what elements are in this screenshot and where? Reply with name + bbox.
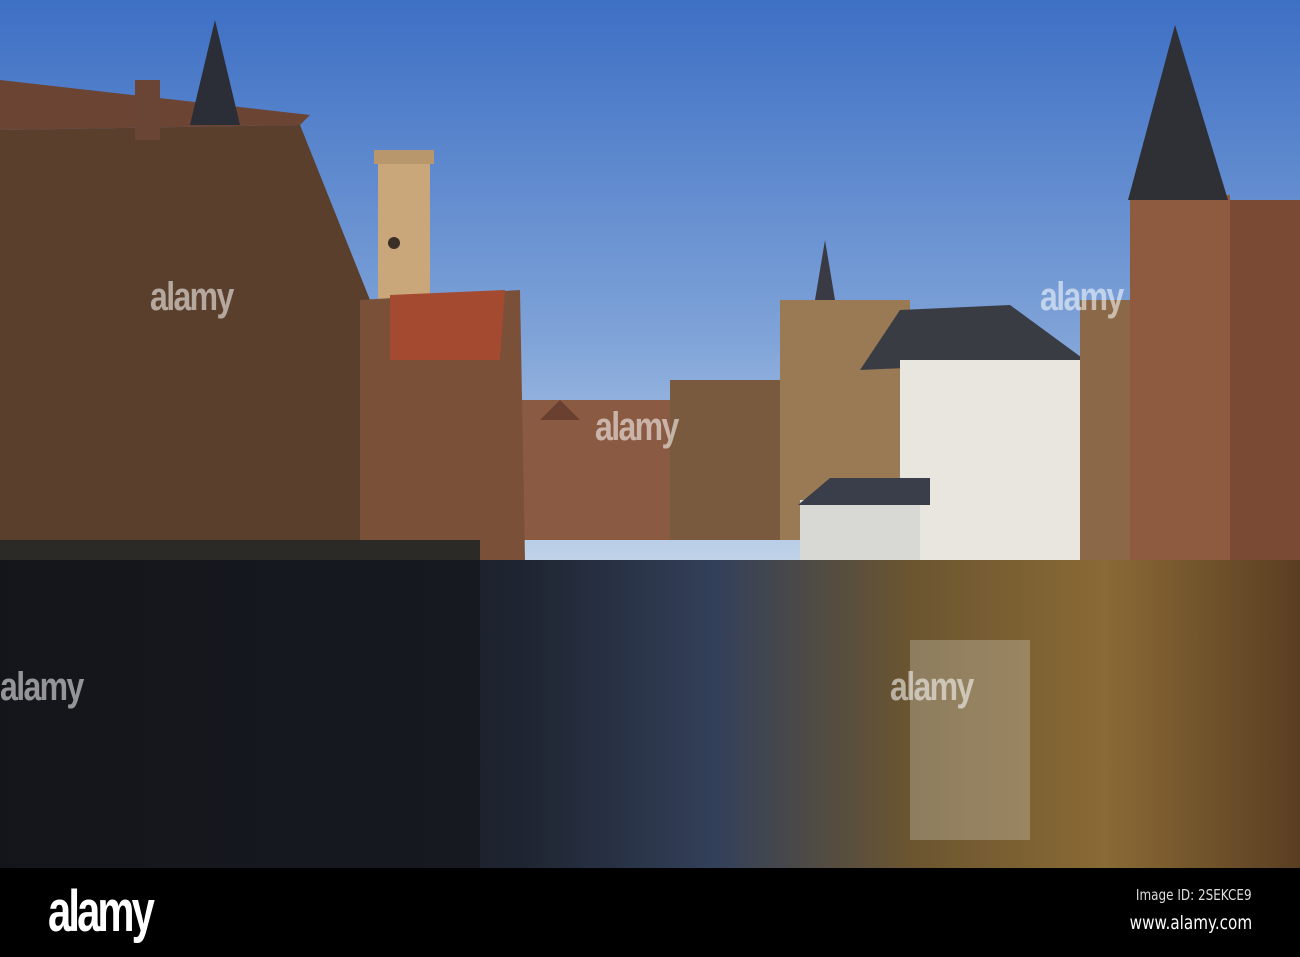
website-link[interactable]: www.alamy.com	[1129, 912, 1252, 934]
watermark-text: alamy	[1040, 275, 1124, 319]
distant-buildings	[520, 380, 790, 540]
watermark-text: alamy	[0, 665, 84, 709]
alamy-logo: alamy	[48, 879, 155, 944]
watermark-text: alamy	[595, 405, 679, 449]
footer-bar: alamy Image ID: 2SEKCE9 www.alamy.com	[0, 868, 1300, 957]
image-id: Image ID: 2SEKCE9	[1136, 886, 1252, 904]
watermark-text: alamy	[890, 665, 974, 709]
watermark-text: alamy	[150, 275, 234, 319]
belfry-tower	[374, 150, 434, 300]
